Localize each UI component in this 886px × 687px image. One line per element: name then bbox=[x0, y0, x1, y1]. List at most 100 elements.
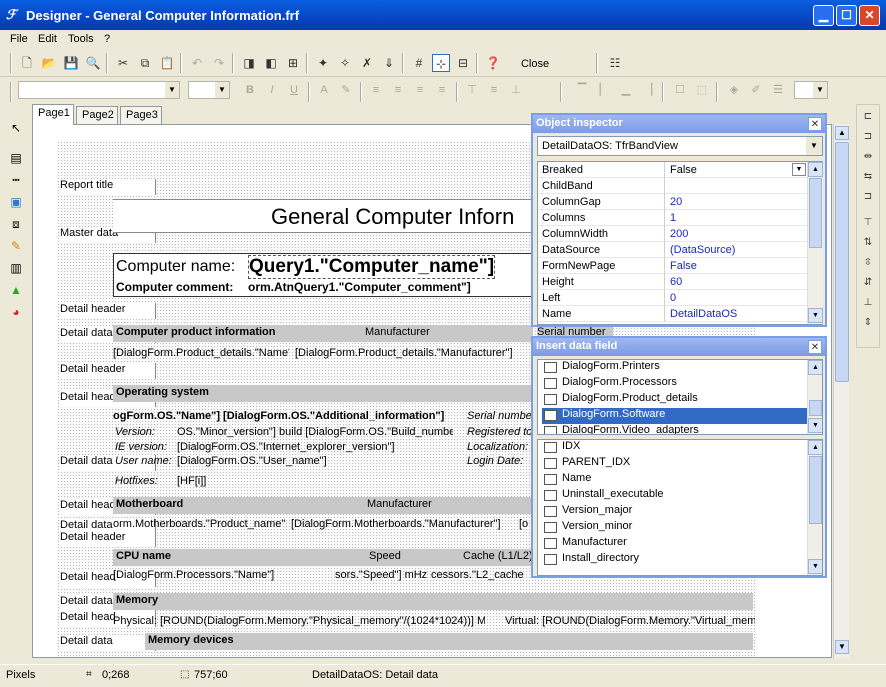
property-name[interactable]: ChildBand bbox=[538, 178, 665, 194]
field-item[interactable]: IDX bbox=[542, 440, 808, 456]
open-icon[interactable]: 📂 bbox=[40, 54, 58, 72]
user-name-label[interactable]: User name: bbox=[115, 455, 172, 467]
menu-edit[interactable]: Edit bbox=[38, 33, 57, 45]
space-h-icon[interactable]: ⇆ bbox=[860, 171, 876, 187]
help-icon[interactable]: ❓ bbox=[484, 54, 502, 72]
property-name[interactable]: Name bbox=[538, 306, 665, 322]
justify-icon[interactable]: ≡ bbox=[434, 82, 450, 98]
line-tool-icon[interactable]: ✎ bbox=[6, 236, 26, 256]
field-scrollbar[interactable]: ▲ ▼ bbox=[807, 440, 822, 575]
property-value[interactable]: False bbox=[667, 162, 807, 178]
redo-icon[interactable]: ↷ bbox=[210, 54, 228, 72]
hotfixes-field[interactable]: [HF[i]] bbox=[177, 475, 206, 487]
frame-left-icon[interactable]: ▏ bbox=[596, 82, 612, 98]
band-label-detail-header[interactable]: Detail header bbox=[60, 531, 156, 547]
scroll-thumb[interactable] bbox=[809, 400, 822, 416]
computer-name-label[interactable]: Computer name: bbox=[116, 258, 235, 276]
property-value[interactable]: (DataSource) bbox=[667, 242, 807, 258]
speed-header[interactable]: Speed bbox=[369, 550, 401, 562]
scroll-up-icon[interactable]: ▲ bbox=[808, 440, 822, 455]
align-center-icon[interactable]: ≡ bbox=[390, 82, 406, 98]
cpu-name-header[interactable]: CPU name bbox=[116, 550, 171, 562]
virtual-memory-field[interactable]: Virtual: [ROUND(DialogForm.Memory."Virtu… bbox=[505, 615, 755, 627]
design-vertical-scrollbar[interactable]: ▲ ▼ bbox=[833, 124, 849, 658]
version-label[interactable]: Version: bbox=[115, 426, 155, 438]
property-name[interactable]: Columns bbox=[538, 210, 665, 226]
scroll-down-icon[interactable]: ▼ bbox=[808, 559, 822, 574]
align-right-edges-icon[interactable]: ⊐ bbox=[860, 191, 876, 207]
cpu-speed-field[interactable]: sors."Speed"] mHz bbox=[335, 569, 433, 581]
os-name-field[interactable]: ogForm.OS."Name"] [DialogForm.OS."Additi… bbox=[113, 410, 453, 422]
scroll-up-icon[interactable]: ▲ bbox=[808, 360, 822, 375]
computer-name-field[interactable]: Query1."Computer_name"] bbox=[248, 255, 496, 279]
picture-tool-icon[interactable]: ▣ bbox=[6, 192, 26, 212]
property-name[interactable]: DataSource bbox=[538, 242, 665, 258]
band-label-detail-data[interactable]: Detail data bbox=[60, 635, 156, 651]
fill-color-icon[interactable]: ◈ bbox=[726, 82, 742, 98]
font-name-combo[interactable]: ▼ bbox=[18, 81, 180, 99]
dataset-item[interactable]: DialogForm.Video_adapters bbox=[542, 424, 808, 434]
center-v-window-icon[interactable]: ⇳ bbox=[860, 257, 876, 273]
tab-page2[interactable]: Page2 bbox=[76, 106, 118, 124]
new-icon[interactable]: 🗋 bbox=[18, 54, 36, 72]
align-right-icon[interactable]: ≡ bbox=[412, 82, 428, 98]
computer-comment-field[interactable]: orm.AtnQuery1."Computer_comment"] bbox=[248, 280, 471, 294]
property-value[interactable]: 1 bbox=[667, 210, 807, 226]
object-inspector-close-icon[interactable]: ✕ bbox=[808, 117, 822, 131]
data-dictionary-icon[interactable]: ☷ bbox=[606, 54, 624, 72]
save-icon[interactable]: 💾 bbox=[62, 54, 80, 72]
scroll-down-icon[interactable]: ▼ bbox=[808, 418, 822, 433]
serial-label[interactable]: Serial numbe bbox=[467, 410, 532, 422]
property-name[interactable]: Left bbox=[538, 290, 665, 306]
scroll-down-icon[interactable]: ▼ bbox=[808, 308, 823, 323]
mb-product-field[interactable]: orm.Motherboards."Product_name"] bbox=[113, 518, 285, 530]
copy-icon[interactable]: ⧉ bbox=[136, 54, 154, 72]
fit-grid-icon[interactable]: ⊟ bbox=[454, 54, 472, 72]
dataset-item[interactable]: DialogForm.Printers bbox=[542, 360, 808, 376]
undo-icon[interactable]: ↶ bbox=[188, 54, 206, 72]
localization-label[interactable]: Localization: bbox=[467, 441, 528, 453]
frame-color-icon[interactable]: ✐ bbox=[748, 82, 764, 98]
dataset-item[interactable]: DialogForm.Processors bbox=[542, 376, 808, 392]
underline-icon[interactable]: U bbox=[286, 82, 302, 98]
align-grid-icon[interactable]: ⊹ bbox=[432, 54, 450, 72]
align-tops-icon[interactable]: ⊤ bbox=[860, 217, 876, 233]
product-manufacturer-field[interactable]: [DialogForm.Product_details."Manufacture… bbox=[295, 347, 533, 359]
frame-none-icon[interactable]: ⬚ bbox=[694, 82, 710, 98]
menu-help[interactable]: ? bbox=[104, 33, 110, 45]
computer-product-title[interactable]: Computer product information bbox=[116, 326, 276, 338]
user-name-field[interactable]: [DialogForm.OS."User_name"] bbox=[177, 455, 327, 467]
minimize-button[interactable]: ▁ bbox=[813, 5, 834, 26]
group-icon[interactable]: ⊞ bbox=[284, 54, 302, 72]
menu-file[interactable]: File bbox=[10, 33, 28, 45]
subreport-tool-icon[interactable]: ⧈ bbox=[6, 214, 26, 234]
font-color-icon[interactable]: A bbox=[316, 82, 332, 98]
section-memory[interactable]: Memory bbox=[113, 593, 753, 610]
shape-tool-icon[interactable]: ▲ bbox=[6, 280, 26, 300]
close-window-button[interactable]: ✕ bbox=[859, 5, 880, 26]
field-item[interactable]: Uninstall_executable bbox=[542, 488, 808, 504]
property-name[interactable]: Height bbox=[538, 274, 665, 290]
object-selector-combo[interactable]: DetailDataOS: TfrBandView ▼ bbox=[537, 136, 823, 156]
insert-band-icon[interactable]: ✦ bbox=[314, 54, 332, 72]
field-item[interactable]: PARENT_IDX bbox=[542, 456, 808, 472]
delete-page-icon[interactable]: ✗ bbox=[358, 54, 376, 72]
menu-tools[interactable]: Tools bbox=[68, 33, 94, 45]
select-tool-icon[interactable]: ↖ bbox=[6, 118, 26, 138]
valign-top-icon[interactable]: ⊤ bbox=[464, 82, 480, 98]
product-name-field[interactable]: [DialogForm.Product_details."Name"] bbox=[113, 347, 289, 359]
valign-middle-icon[interactable]: ≡ bbox=[486, 82, 502, 98]
grid-icon[interactable]: # bbox=[410, 54, 428, 72]
frame-top-icon[interactable]: ▔ bbox=[574, 82, 590, 98]
dataset-item[interactable]: DialogForm.Product_details bbox=[542, 392, 808, 408]
property-name[interactable]: ColumnGap bbox=[538, 194, 665, 210]
property-name[interactable]: FormNewPage bbox=[538, 258, 665, 274]
insert-data-field-close-icon[interactable]: ✕ bbox=[808, 340, 822, 354]
property-value[interactable]: DetailDataOS bbox=[667, 306, 807, 322]
section-operating-system[interactable]: Operating system bbox=[113, 385, 533, 402]
field-item[interactable]: Manufacturer bbox=[542, 536, 808, 552]
title-bar[interactable]: ℱ Designer - General Computer Informatio… bbox=[0, 0, 886, 30]
same-size-icon[interactable]: ⇕ bbox=[860, 317, 876, 333]
insert-data-field-title[interactable]: Insert data field bbox=[533, 338, 825, 356]
space-v-icon[interactable]: ⇵ bbox=[860, 277, 876, 293]
